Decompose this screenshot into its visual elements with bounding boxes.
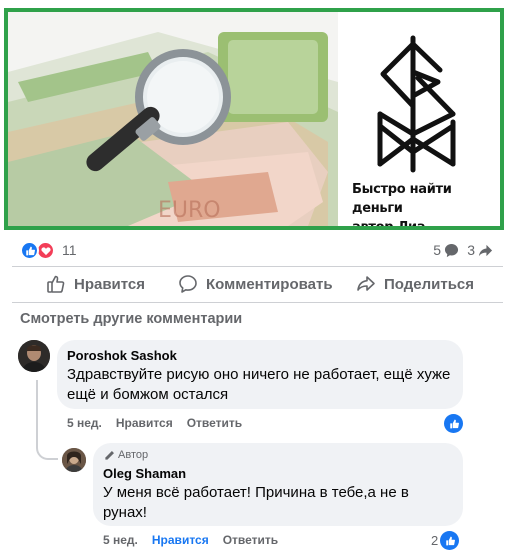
comment-text: У меня всё работает! Причина в тебе,а не… <box>103 484 409 521</box>
view-more-comments-link[interactable]: Смотреть другие комментарии <box>20 311 242 327</box>
comment-meta: 5 нед. Нравится Ответить <box>67 416 242 432</box>
comment-reply-link[interactable]: Ответить <box>223 533 278 549</box>
comment-like-count: 2 <box>431 533 439 548</box>
comment-like-reaction-icon <box>440 531 460 550</box>
avatar[interactable] <box>18 340 50 372</box>
share-button[interactable]: Поделиться <box>356 268 474 300</box>
comment-author[interactable]: Oleg Shaman <box>103 466 186 481</box>
comment-button-label: Комментировать <box>206 275 333 293</box>
divider-top <box>12 266 503 267</box>
comment-time[interactable]: 5 нед. <box>67 416 102 432</box>
comment-like-reaction-icon[interactable] <box>444 414 463 433</box>
comment-icon <box>179 275 197 293</box>
caption-line-2: автор Лиа <box>352 220 426 230</box>
share-button-label: Поделиться <box>384 275 475 293</box>
comment-like-link[interactable]: Нравится <box>152 533 209 549</box>
comment-count-value: 5 <box>433 242 441 258</box>
avatar-image <box>18 340 50 372</box>
share-icon <box>357 276 375 291</box>
post-caption: Быстро найти деньги автор Лиа <box>352 180 500 230</box>
author-badge-label: Автор <box>118 449 149 461</box>
avatar-image <box>62 448 86 472</box>
reply-thread-line <box>36 380 58 460</box>
share-count-value: 3 <box>467 242 475 258</box>
reaction-icons[interactable] <box>20 241 60 261</box>
like-button-label: Нравится <box>74 275 146 293</box>
reactions-summary: 11 5 3 <box>0 238 515 264</box>
avatar[interactable] <box>62 448 86 472</box>
pencil-icon <box>105 450 114 460</box>
comment-text: Здравствуйте рисую оно ничего не работае… <box>67 366 451 403</box>
comment-reaction-summary[interactable]: 2 <box>431 531 460 550</box>
post-image[interactable]: EURO Быстро найти деньги автор Лиа <box>4 8 504 230</box>
comment-author[interactable]: Poroshok Sashok <box>67 348 177 363</box>
author-badge: Автор <box>104 449 148 461</box>
rune-stave-drawing <box>377 35 456 173</box>
comment-like-link[interactable]: Нравится <box>116 416 173 432</box>
comment-bubble: Poroshok Sashok Здравствуйте рисую оно н… <box>57 340 463 409</box>
thumbs-up-icon <box>47 275 65 293</box>
comment-count[interactable]: 5 <box>433 242 459 258</box>
like-button[interactable]: Нравится <box>46 268 145 300</box>
comment-bubble-icon <box>444 243 459 257</box>
share-count[interactable]: 3 <box>467 242 493 258</box>
post-action-bar: Нравится Комментировать Поделиться <box>0 268 515 300</box>
comment-time[interactable]: 5 нед. <box>103 533 138 549</box>
money-magnifier-photo: EURO <box>8 12 338 226</box>
reply-bubble: Автор Oleg Shaman У меня всё работает! П… <box>93 443 463 526</box>
comment-button[interactable]: Комментировать <box>178 268 333 300</box>
reaction-count[interactable]: 11 <box>62 242 77 258</box>
caption-line-1: Быстро найти деньги <box>352 182 452 216</box>
share-arrow-icon <box>478 244 493 256</box>
divider-bottom <box>12 302 503 303</box>
svg-text:EURO: EURO <box>158 198 221 223</box>
comment-reply-link[interactable]: Ответить <box>187 416 242 432</box>
like-icon <box>20 241 39 260</box>
comment-meta: 5 нед. Нравится Ответить <box>103 533 278 549</box>
